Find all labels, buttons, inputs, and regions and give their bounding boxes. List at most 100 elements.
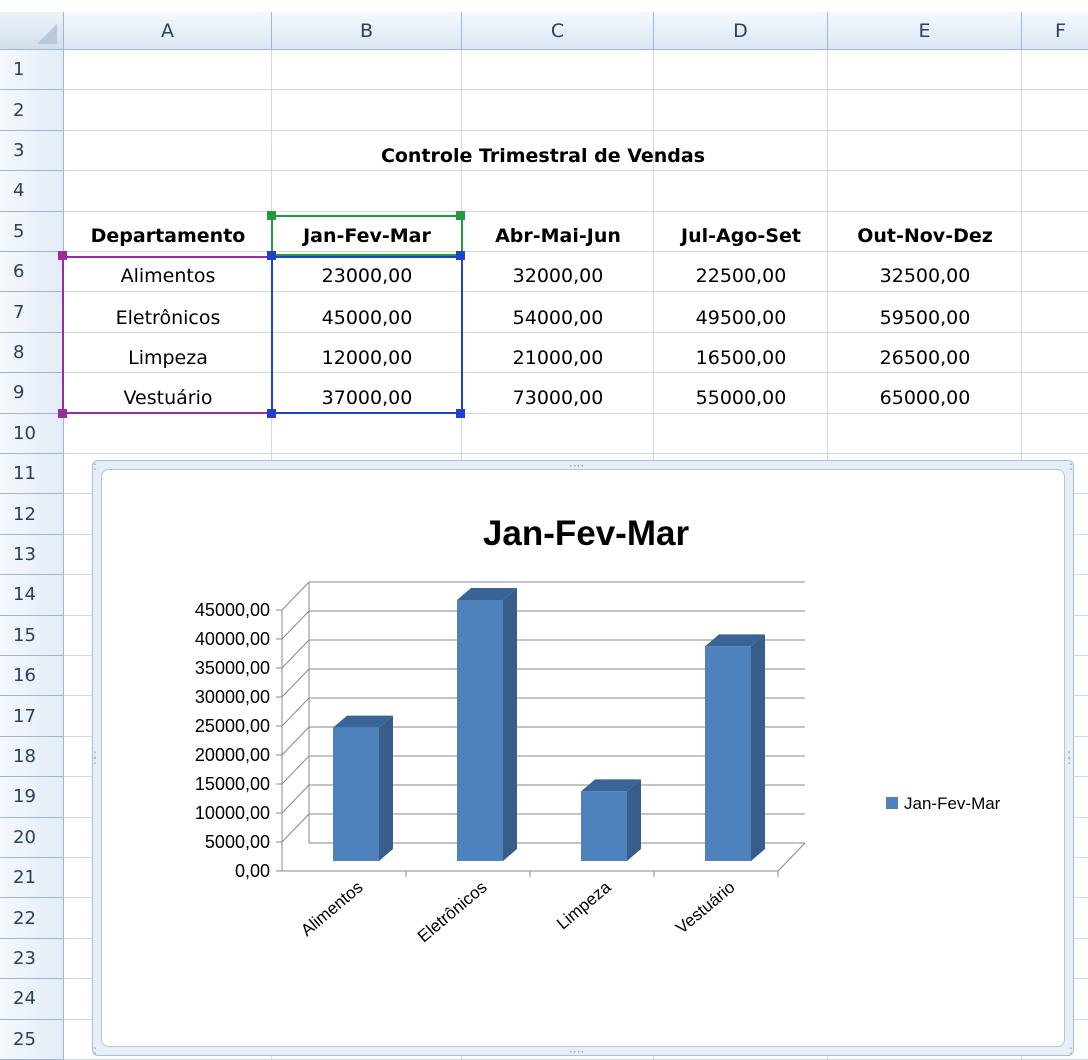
y-tick-label: 20000,00 bbox=[195, 745, 270, 765]
bar-eletrônicos bbox=[457, 600, 503, 861]
range-handle[interactable] bbox=[267, 251, 276, 260]
chart-area[interactable]: Jan-Fev-Mar 0,00 5000,00 10000,00 15000,00 2… bbox=[101, 469, 1065, 1047]
gridline bbox=[281, 668, 310, 698]
select-all-button[interactable] bbox=[0, 12, 64, 50]
resize-handle-top-right[interactable]: : bbox=[1069, 460, 1073, 472]
cell-d6[interactable]: 22500,00 bbox=[654, 256, 828, 296]
cell-c8[interactable]: 21000,00 bbox=[462, 338, 654, 378]
chart-object[interactable]: ···· ···· :: :: : : : : Jan-Fev-Mar 0,00… bbox=[92, 460, 1074, 1058]
row-header-9[interactable]: 9 bbox=[0, 373, 64, 414]
row-header-5[interactable]: 5 bbox=[0, 211, 64, 252]
range-handle[interactable] bbox=[456, 251, 465, 260]
column-header-c[interactable]: C bbox=[462, 12, 654, 50]
range-handle[interactable] bbox=[267, 409, 276, 418]
bar-side bbox=[751, 634, 765, 861]
cell-c7[interactable]: 54000,00 bbox=[462, 298, 654, 338]
row-header-20[interactable]: 20 bbox=[0, 817, 64, 858]
row-header-21[interactable]: 21 bbox=[0, 858, 64, 899]
bar-side bbox=[503, 588, 517, 861]
row-header-7[interactable]: 7 bbox=[0, 292, 64, 333]
range-handle[interactable] bbox=[267, 211, 276, 220]
row-header-17[interactable]: 17 bbox=[0, 696, 64, 737]
header-departamento[interactable]: Departamento bbox=[64, 216, 272, 256]
y-tick-label: 45000,00 bbox=[195, 600, 270, 620]
row-header-6[interactable]: 6 bbox=[0, 252, 64, 293]
range-handle[interactable] bbox=[58, 409, 67, 418]
row-header-3[interactable]: 3 bbox=[0, 130, 64, 172]
row-header-11[interactable]: 11 bbox=[0, 454, 64, 495]
column-header-e[interactable]: E bbox=[828, 12, 1022, 50]
resize-handle-bottom-left[interactable]: : bbox=[93, 1044, 97, 1056]
row-header-18[interactable]: 18 bbox=[0, 736, 64, 778]
column-header-a[interactable]: A bbox=[64, 12, 272, 50]
bar-side bbox=[627, 779, 641, 861]
header-jan-fev-mar[interactable]: Jan-Fev-Mar bbox=[272, 216, 462, 256]
cell-a6[interactable]: Alimentos bbox=[64, 256, 272, 296]
y-tick-label: 5000,00 bbox=[205, 832, 270, 852]
row-header-25[interactable]: 25 bbox=[0, 1019, 64, 1060]
resize-handle-right[interactable]: :: bbox=[1067, 748, 1073, 766]
gridline bbox=[281, 813, 310, 843]
cell-a9[interactable]: Vestuário bbox=[64, 378, 272, 418]
cell-e8[interactable]: 26500,00 bbox=[828, 338, 1022, 378]
y-tick-label: 10000,00 bbox=[195, 803, 270, 823]
chart-axis-line bbox=[777, 842, 806, 872]
row-header-19[interactable]: 19 bbox=[0, 777, 64, 818]
range-handle[interactable] bbox=[456, 211, 465, 220]
legend-label: Jan-Fev-Mar bbox=[904, 794, 1001, 813]
cell-e7[interactable]: 59500,00 bbox=[828, 298, 1022, 338]
column-header-d[interactable]: D bbox=[654, 12, 828, 50]
y-tick-label: 40000,00 bbox=[195, 629, 270, 649]
row-header-1[interactable]: 1 bbox=[0, 50, 64, 91]
cell-d8[interactable]: 16500,00 bbox=[654, 338, 828, 378]
column-header-f[interactable]: F bbox=[1022, 12, 1088, 50]
cell-b9[interactable]: 37000,00 bbox=[272, 378, 462, 418]
row-header-14[interactable]: 14 bbox=[0, 575, 64, 616]
range-handle[interactable] bbox=[58, 251, 67, 260]
header-jul-ago-set[interactable]: Jul-Ago-Set bbox=[654, 216, 828, 256]
resize-handle-top-left[interactable]: : bbox=[93, 460, 97, 472]
chart-legend[interactable]: Jan-Fev-Mar bbox=[886, 794, 1001, 813]
cell-a7[interactable]: Eletrônicos bbox=[64, 298, 272, 338]
row-header-22[interactable]: 22 bbox=[0, 898, 64, 939]
spreadsheet: ABCDEF 1 2 3 4 5 6 7 8 9 10 11 12 13 14 15 16 17 18 19 20 21… bbox=[0, 0, 1088, 1060]
row-header-2[interactable]: 2 bbox=[0, 90, 64, 131]
y-tick-label: 0,00 bbox=[235, 861, 270, 881]
bar-vestuário bbox=[705, 646, 751, 861]
gridline bbox=[281, 639, 310, 669]
row-header-15[interactable]: 15 bbox=[0, 615, 64, 656]
cell-a8[interactable]: Limpeza bbox=[64, 338, 272, 378]
sheet-title-cell[interactable]: Controle Trimestral de Vendas bbox=[64, 136, 1022, 176]
cell-b8[interactable]: 12000,00 bbox=[272, 338, 462, 378]
row-header-13[interactable]: 13 bbox=[0, 534, 64, 576]
cell-b6[interactable]: 23000,00 bbox=[272, 256, 462, 296]
resize-handle-bottom[interactable]: ···· bbox=[569, 1046, 584, 1058]
row-header-23[interactable]: 23 bbox=[0, 938, 64, 980]
row-header-10[interactable]: 10 bbox=[0, 413, 64, 454]
y-tick-label: 25000,00 bbox=[195, 716, 270, 736]
column-header-b[interactable]: B bbox=[272, 12, 462, 50]
resize-handle-left[interactable]: :: bbox=[93, 748, 99, 766]
gridline bbox=[281, 755, 310, 785]
resize-handle-bottom-right[interactable]: : bbox=[1069, 1044, 1073, 1056]
row-header-8[interactable]: 8 bbox=[0, 332, 64, 374]
header-abr-mai-jun[interactable]: Abr-Mai-Jun bbox=[462, 216, 654, 256]
gridline bbox=[281, 697, 310, 727]
cell-c6[interactable]: 32000,00 bbox=[462, 256, 654, 296]
chart-title[interactable]: Jan-Fev-Mar bbox=[483, 514, 690, 553]
cell-d7[interactable]: 49500,00 bbox=[654, 298, 828, 338]
cell-e6[interactable]: 32500,00 bbox=[828, 256, 1022, 296]
row-header-4[interactable]: 4 bbox=[0, 171, 64, 212]
row-header-16[interactable]: 16 bbox=[0, 656, 64, 697]
cell-b7[interactable]: 45000,00 bbox=[272, 298, 462, 338]
row-header-12[interactable]: 12 bbox=[0, 494, 64, 535]
cell-c9[interactable]: 73000,00 bbox=[462, 378, 654, 418]
gridline bbox=[281, 784, 310, 814]
grid-line bbox=[64, 89, 1088, 91]
y-tick-label: 35000,00 bbox=[195, 658, 270, 678]
cell-e9[interactable]: 65000,00 bbox=[828, 378, 1022, 418]
row-header-24[interactable]: 24 bbox=[0, 979, 64, 1020]
cell-d9[interactable]: 55000,00 bbox=[654, 378, 828, 418]
header-out-nov-dez[interactable]: Out-Nov-Dez bbox=[828, 216, 1022, 256]
range-handle[interactable] bbox=[456, 409, 465, 418]
